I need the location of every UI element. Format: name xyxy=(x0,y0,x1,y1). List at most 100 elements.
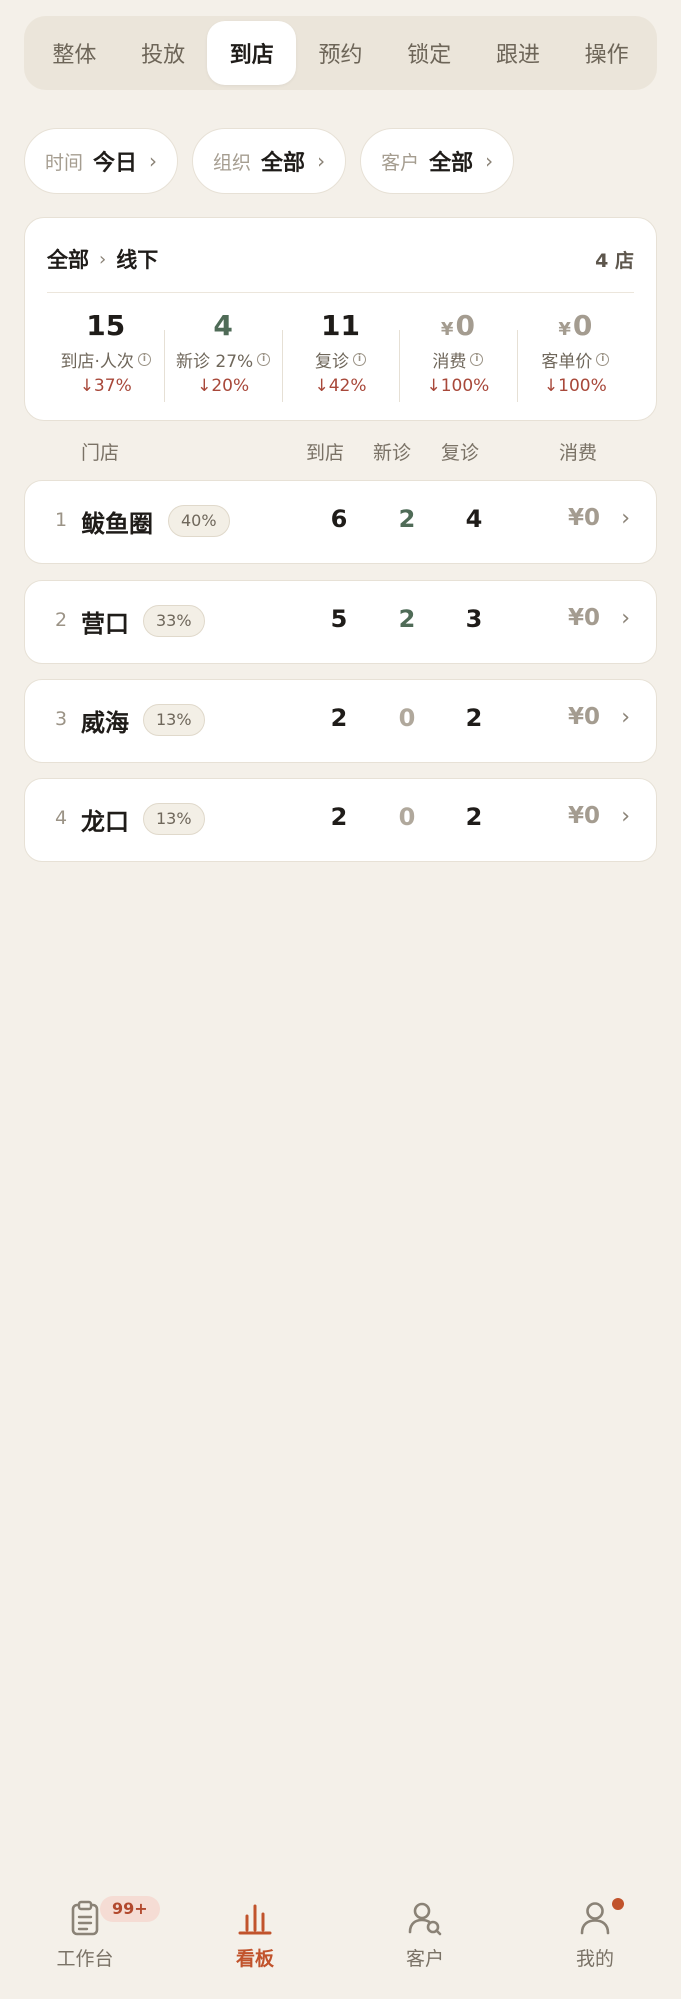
table-row[interactable]: 2 营口 33% 5 2 3 ¥0 › xyxy=(24,580,657,664)
org-filter-label: 组织 xyxy=(213,151,252,174)
spend-amount: ¥0 xyxy=(567,704,600,730)
metric-avg-ticket: ¥0 客单价 i ↓100% xyxy=(516,302,634,412)
nav-board[interactable]: 看板 xyxy=(200,1900,310,1971)
metric-change: ↓37% xyxy=(79,376,132,396)
new-count: 0 xyxy=(398,803,416,831)
return-count: 3 xyxy=(465,605,483,633)
customer-filter[interactable]: 客户 全部 › xyxy=(360,128,515,194)
visits-count: 2 xyxy=(330,803,348,831)
info-icon[interactable]: i xyxy=(470,352,484,366)
nav-label: 工作台 xyxy=(56,1948,114,1970)
spend-amount: ¥0 xyxy=(567,803,600,829)
clipboard-icon xyxy=(71,1900,99,1936)
chevron-right-icon: › xyxy=(621,606,630,631)
bar-chart-icon xyxy=(238,1904,272,1935)
table-row[interactable]: 1 鲅鱼圈 40% 6 2 4 ¥0 › xyxy=(24,480,657,564)
column-header-visits[interactable]: 到店 xyxy=(306,438,344,465)
metric-value: 15 xyxy=(86,309,126,342)
tab-appointments[interactable]: 预约 xyxy=(296,21,385,85)
tab-followup[interactable]: 跟进 xyxy=(474,21,563,85)
store-name: 鲅鱼圈 xyxy=(81,510,153,538)
share-badge: 33% xyxy=(143,605,205,637)
metric-label-text: 客单价 xyxy=(541,351,593,372)
spend-amount: ¥0 xyxy=(567,605,600,631)
visits-count: 5 xyxy=(330,605,348,633)
metric-label: 消费 i xyxy=(432,346,484,372)
table-header: 门店 到店 新诊 复诊 消费 xyxy=(24,438,657,468)
metric-value-number: 0 xyxy=(572,309,593,342)
tab-locked[interactable]: 锁定 xyxy=(385,21,474,85)
chevron-right-icon: › xyxy=(621,804,630,829)
org-filter[interactable]: 组织 全部 › xyxy=(192,128,347,194)
metric-new: 4 新诊 27% i ↓20% xyxy=(164,302,281,412)
column-header-return[interactable]: 复诊 xyxy=(441,438,479,465)
breadcrumb-root[interactable]: 全部 xyxy=(47,244,89,274)
metric-value-number: 0 xyxy=(455,309,475,342)
nav-workbench[interactable]: 99+ 工作台 xyxy=(30,1896,160,1971)
metric-value: ¥0 xyxy=(558,306,592,346)
table-row[interactable]: 3 威海 13% 2 0 2 ¥0 › xyxy=(24,679,657,763)
metric-label: 复诊 i xyxy=(315,346,367,372)
nav-label: 客户 xyxy=(405,1948,444,1970)
filter-bar: 时间 今日 › 组织 全部 › 客户 全部 › xyxy=(24,128,515,194)
metric-value: 4 xyxy=(213,309,233,342)
store-count: 4 店 xyxy=(595,250,634,272)
customer-filter-value: 全部 xyxy=(429,151,474,176)
nav-mine[interactable]: 我的 xyxy=(540,1898,650,1971)
chevron-right-icon: › xyxy=(99,248,107,270)
metric-change: ↓20% xyxy=(197,376,250,396)
metric-change: ↓42% xyxy=(314,376,367,396)
new-count: 2 xyxy=(398,605,416,633)
info-icon[interactable]: i xyxy=(137,352,151,366)
chevron-right-icon: › xyxy=(485,149,494,173)
user-icon xyxy=(580,1902,610,1935)
user-search-icon xyxy=(408,1902,442,1936)
info-icon[interactable]: i xyxy=(353,352,367,366)
row-rank: 4 xyxy=(55,807,68,829)
divider xyxy=(47,292,634,293)
customer-filter-label: 客户 xyxy=(381,151,420,174)
tab-overall[interactable]: 整体 xyxy=(30,21,119,85)
new-count: 2 xyxy=(398,505,416,533)
column-header-new[interactable]: 新诊 xyxy=(373,438,411,465)
info-icon[interactable]: i xyxy=(257,352,271,366)
row-rank: 2 xyxy=(55,609,68,631)
table-row[interactable]: 4 龙口 13% 2 0 2 ¥0 › xyxy=(24,778,657,862)
metric-value: ¥0 xyxy=(441,306,475,346)
metric-label-text: 新诊 27% xyxy=(176,351,254,372)
column-header-spend[interactable]: 消费 xyxy=(559,438,597,465)
org-filter-value: 全部 xyxy=(261,151,306,176)
time-filter[interactable]: 时间 今日 › xyxy=(24,128,179,194)
return-count: 4 xyxy=(465,505,483,533)
breadcrumb-current: 线下 xyxy=(116,248,159,272)
share-badge: 13% xyxy=(143,803,205,835)
spend-amount: ¥0 xyxy=(567,505,600,531)
share-badge: 13% xyxy=(143,704,205,736)
chevron-right-icon: › xyxy=(621,705,630,730)
tab-operations[interactable]: 操作 xyxy=(562,21,651,85)
metric-visits: 15 到店·人次 i ↓37% xyxy=(47,302,164,412)
currency-symbol: ¥ xyxy=(440,319,454,340)
tab-visits[interactable]: 到店 xyxy=(207,21,297,85)
metric-label: 到店·人次 i xyxy=(61,346,151,372)
notification-dot xyxy=(612,1898,624,1910)
breadcrumb: 全部 › 线下 xyxy=(47,244,158,274)
store-name: 营口 xyxy=(81,610,129,638)
nav-customers[interactable]: 客户 xyxy=(370,1900,480,1971)
chevron-right-icon: › xyxy=(621,506,630,531)
time-filter-label: 时间 xyxy=(45,151,84,174)
tab-ads[interactable]: 投放 xyxy=(119,21,208,85)
metric-label-text: 复诊 xyxy=(315,351,350,372)
visits-count: 2 xyxy=(330,704,348,732)
column-header-store: 门店 xyxy=(81,442,120,464)
metric-label: 客单价 i xyxy=(541,346,610,372)
info-icon[interactable]: i xyxy=(596,352,610,366)
currency-symbol: ¥ xyxy=(558,319,571,340)
nav-label: 我的 xyxy=(575,1948,614,1970)
time-filter-value: 今日 xyxy=(93,151,138,176)
metric-change: ↓100% xyxy=(543,376,607,396)
metric-spend: ¥0 消费 i ↓100% xyxy=(399,302,516,412)
bottom-nav: 99+ 工作台 看板 客户 我的 xyxy=(0,1870,681,1999)
row-rank: 1 xyxy=(55,509,68,531)
metrics-row: 15 到店·人次 i ↓37% 4 新诊 27% i ↓20% 11 复诊 i … xyxy=(47,302,634,412)
